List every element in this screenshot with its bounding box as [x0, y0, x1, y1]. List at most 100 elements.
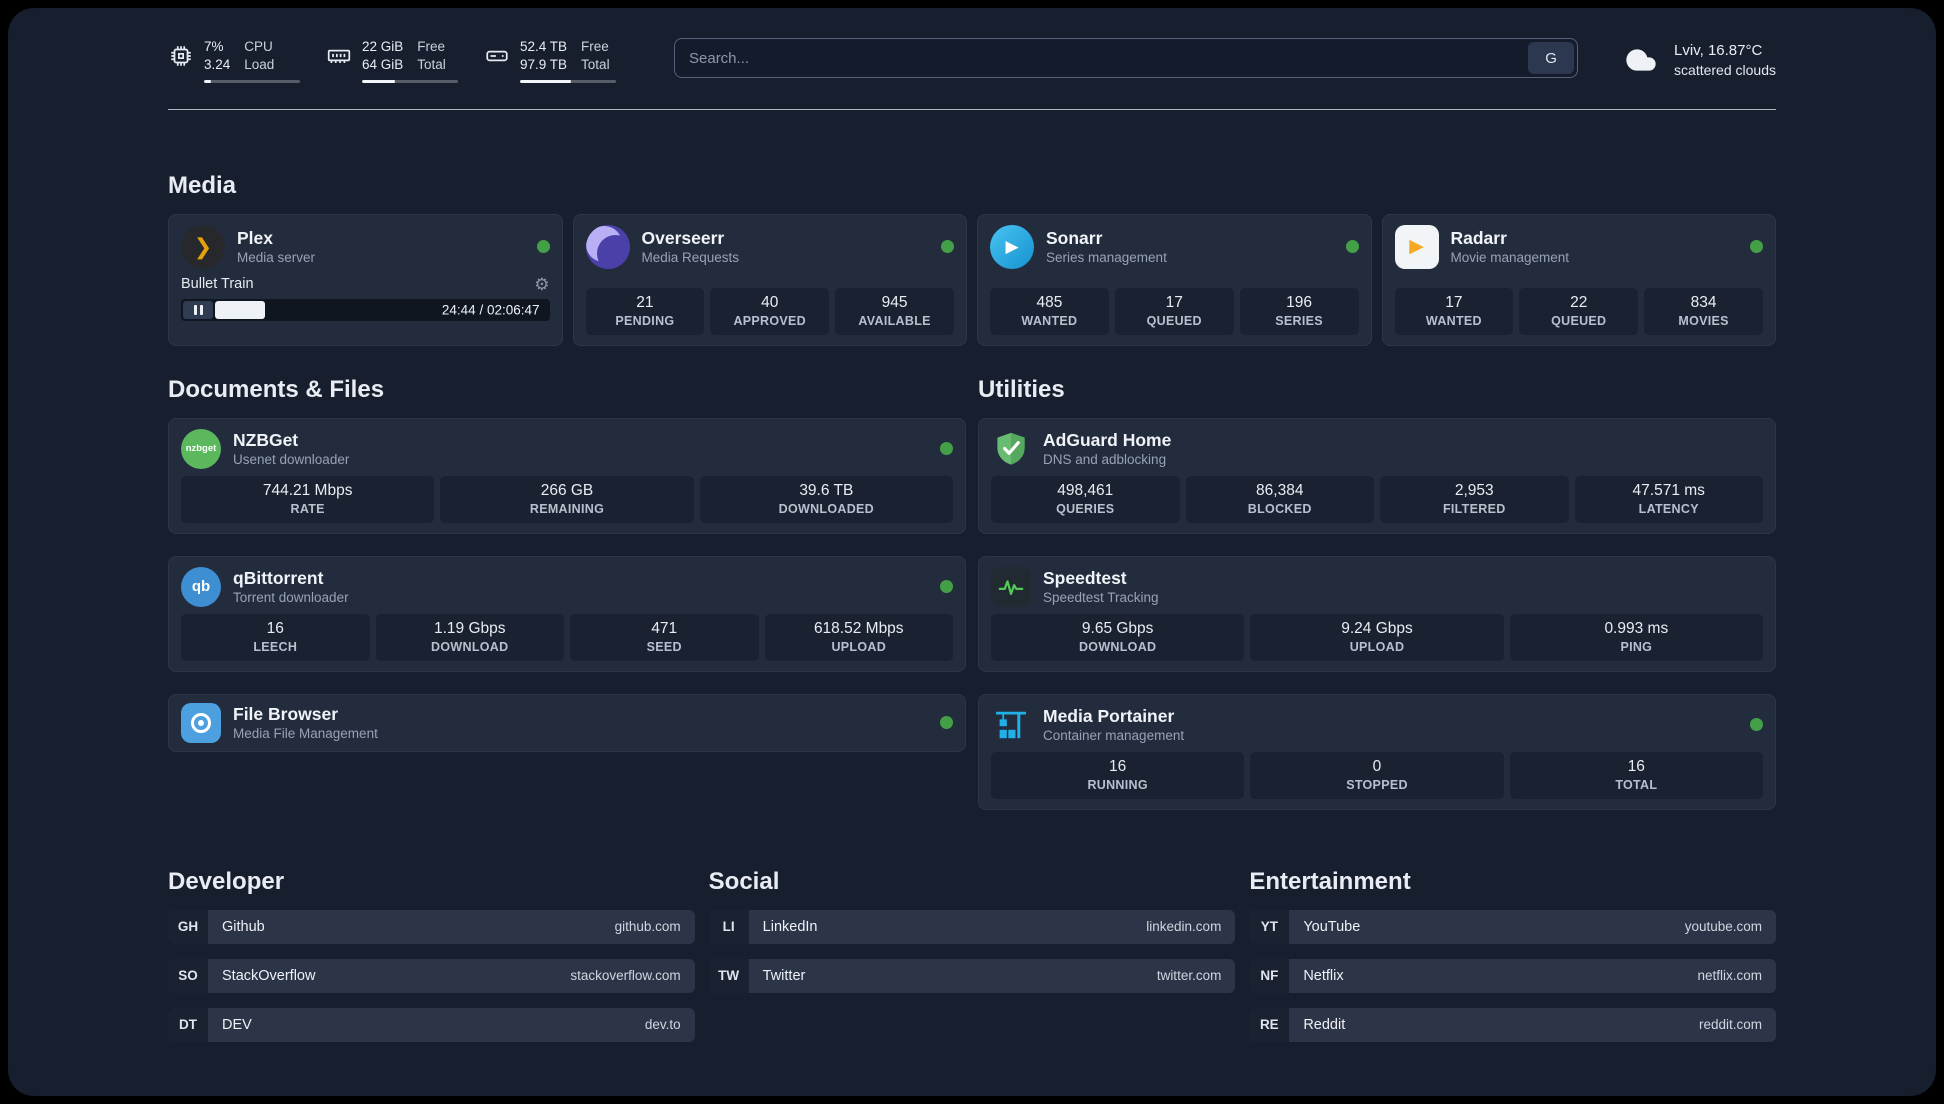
stat-tile: 9.24 Gbps UPLOAD	[1250, 613, 1504, 661]
app-subtitle: Torrent downloader	[233, 590, 349, 606]
app-card-overseerr[interactable]: Overseerr Media Requests 21 PENDING 40 APP…	[572, 213, 967, 346]
stat-tile: 498,461 QUERIES	[991, 475, 1180, 523]
stat-value: 471	[651, 619, 678, 637]
adguard-stats: 498,461 QUERIES 86,384 BLOCKED 2,953 FILTER…	[991, 475, 1763, 523]
app-subtitle: Movie management	[1450, 250, 1570, 266]
gear-icon[interactable]: ⚙	[534, 276, 549, 293]
memory-icon	[327, 49, 351, 63]
app-name: qBittorrent	[233, 567, 324, 588]
stat-value: 47.571 ms	[1632, 481, 1705, 499]
search-engine-button[interactable]: G	[1528, 42, 1575, 74]
bookmark-url: linkedin.com	[1146, 919, 1222, 935]
stat-label: LATENCY	[1638, 502, 1699, 517]
stat-label: STOPPED	[1346, 778, 1408, 793]
bookmark-body: Github github.com	[208, 909, 695, 944]
filebrowser-icon	[181, 702, 221, 743]
bookmark-name: StackOverflow	[222, 967, 316, 984]
app-card-sonarr[interactable]: ▶ Sonarr Series management 485 WANTED 17 Q…	[977, 213, 1372, 346]
stat-tile: 16 LEECH	[181, 613, 370, 661]
pause-button[interactable]	[183, 300, 213, 319]
stat-label: AVAILABLE	[858, 314, 931, 329]
stat-label: UPLOAD	[831, 640, 887, 655]
bookmark-github[interactable]: GH Github github.com	[168, 909, 695, 944]
bookmark-linkedin[interactable]: LI LinkedIn linkedin.com	[708, 909, 1236, 944]
app-card-portainer[interactable]: Media Portainer Container management 16 R…	[978, 693, 1776, 810]
cpu-progress-bar	[204, 79, 300, 83]
bookmark-abbr: TW	[708, 958, 749, 993]
app-subtitle: Series management	[1046, 250, 1167, 266]
stat-label: BLOCKED	[1247, 502, 1312, 517]
stat-label: DOWNLOAD	[431, 640, 509, 655]
app-subtitle: Container management	[1043, 728, 1185, 744]
plex-icon: ❯	[181, 224, 225, 269]
stat-tile: 16 RUNNING	[991, 751, 1245, 799]
stat-value: 266 GB	[540, 481, 594, 499]
stat-label: APPROVED	[733, 314, 807, 329]
dashboard-content: 7% 3.24 CPU Load 22 GiB 64 GiB Free Tota…	[8, 8, 1936, 1096]
bookmark-url: netflix.com	[1697, 968, 1762, 984]
stat-label: PING	[1620, 640, 1653, 655]
app-card-adguard[interactable]: AdGuard Home DNS and adblocking 498,461 Q…	[978, 417, 1776, 534]
sonarr-icon: ▶	[990, 224, 1034, 269]
stat-value: 618.52 Mbps	[813, 619, 904, 637]
bookmark-body: DEV dev.to	[208, 1007, 695, 1042]
bookmark-twitter[interactable]: TW Twitter twitter.com	[708, 958, 1236, 993]
stat-tile: 21 PENDING	[585, 287, 705, 335]
dashboard: 7% 3.24 CPU Load 22 GiB 64 GiB Free Tota…	[8, 8, 1936, 1096]
playback-fill	[215, 300, 265, 319]
stat-label: RUNNING	[1087, 778, 1148, 793]
app-subtitle: Usenet downloader	[233, 452, 350, 468]
bookmark-youtube[interactable]: YT YouTube youtube.com	[1249, 909, 1776, 944]
storage-progress-bar	[520, 79, 616, 83]
app-subtitle: Media Requests	[641, 250, 740, 266]
stat-label: SERIES	[1275, 314, 1323, 329]
stat-tile: 196 SERIES	[1239, 287, 1359, 335]
app-card-filebrowser[interactable]: File Browser Media File Management	[168, 693, 966, 752]
search-input[interactable]	[675, 39, 1529, 77]
bookmark-body: LinkedIn linkedin.com	[748, 909, 1236, 944]
adguard-icon	[991, 429, 1031, 469]
nzbget-icon: nzbget	[181, 428, 221, 469]
cpu-label-bottom: Load	[244, 56, 275, 72]
bookmark-abbr: NF	[1249, 958, 1290, 993]
stat-tile: 266 GB REMAINING	[440, 475, 694, 523]
memory-label-bottom: Total	[417, 56, 446, 72]
stat-tile: 0.993 ms PING	[1509, 613, 1763, 661]
stat-tile: 17 QUEUED	[1114, 287, 1234, 335]
stat-tile: 16 TOTAL	[1509, 751, 1763, 799]
stat-value: 86,384	[1256, 481, 1304, 499]
app-card-qbittorrent[interactable]: qb qBittorrent Torrent downloader 16 LEEC…	[168, 555, 966, 672]
status-dot	[940, 442, 953, 456]
app-card-speedtest[interactable]: Speedtest Speedtest Tracking 9.65 Gbps DO…	[978, 555, 1776, 672]
bookmark-url: twitter.com	[1156, 968, 1222, 984]
playback-progress-bar[interactable]: 24:44 / 02:06:47	[181, 298, 550, 321]
stat-tile: 47.571 ms LATENCY	[1574, 475, 1763, 523]
bookmark-abbr: SO	[168, 958, 208, 993]
bookmark-dev[interactable]: DT DEV dev.to	[168, 1007, 695, 1042]
stat-value: 9.65 Gbps	[1081, 619, 1154, 637]
bookmark-reddit[interactable]: RE Reddit reddit.com	[1249, 1007, 1776, 1042]
now-playing-title: Bullet Train	[181, 276, 254, 293]
app-card-radarr[interactable]: ▶ Radarr Movie management 17 WANTED 22 QUE…	[1381, 213, 1776, 346]
sonarr-stats: 485 WANTED 17 QUEUED 196 SERIES	[990, 287, 1359, 335]
stat-value: 0.993 ms	[1604, 619, 1669, 637]
stat-tile: 945 AVAILABLE	[835, 287, 954, 335]
bookmark-stackoverflow[interactable]: SO StackOverflow stackoverflow.com	[168, 958, 695, 993]
stat-tile: 9.65 Gbps DOWNLOAD	[991, 613, 1245, 661]
app-name: Sonarr	[1046, 227, 1103, 248]
memory-progress-fill	[362, 79, 395, 83]
bookmark-abbr: RE	[1249, 1007, 1290, 1042]
app-name: File Browser	[233, 703, 339, 724]
stat-label: RATE	[290, 502, 325, 517]
stat-label: DOWNLOAD	[1078, 640, 1157, 655]
app-subtitle: DNS and adblocking	[1043, 452, 1167, 468]
storage-total-value: 97.9 TB	[520, 56, 568, 72]
app-card-nzbget[interactable]: nzbget NZBGet Usenet downloader 744.21 M…	[168, 417, 966, 534]
app-card-plex[interactable]: ❯ Plex Media server Bullet Train ⚙ 24:44…	[168, 213, 563, 346]
bookmark-netflix[interactable]: NF Netflix netflix.com	[1249, 958, 1776, 993]
bookmark-name: YouTube	[1303, 918, 1361, 935]
bookmark-url: dev.to	[644, 1017, 681, 1033]
stat-value: 21	[636, 293, 654, 311]
app-subtitle: Media File Management	[233, 726, 378, 742]
stat-label: WANTED	[1021, 314, 1078, 329]
